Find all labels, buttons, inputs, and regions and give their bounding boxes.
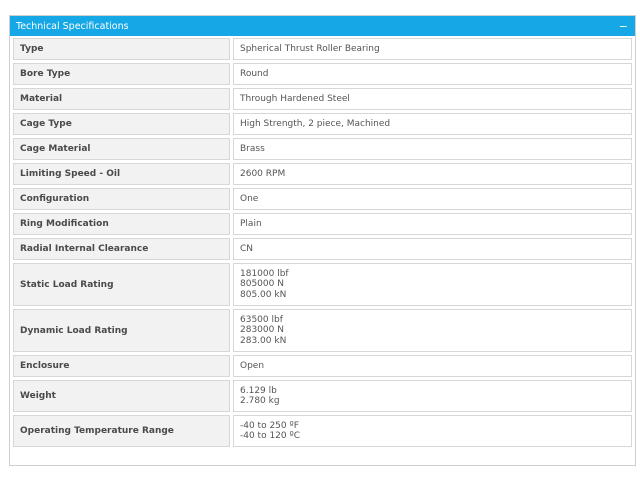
spec-value: Spherical Thrust Roller Bearing [233, 38, 632, 60]
spec-value: Round [233, 63, 632, 85]
spec-value-line: Open [240, 360, 265, 371]
spec-value: 6.129 lb 2.780 kg [233, 380, 632, 412]
table-row: Bore Type Round [13, 63, 632, 85]
table-row: Radial Internal Clearance CN [13, 238, 632, 260]
spec-value: Through Hardened Steel [233, 88, 632, 110]
table-row: Cage Material Brass [13, 138, 632, 160]
spec-label: Cage Material [13, 138, 230, 160]
table-row: Cage Type High Strength, 2 piece, Machine… [13, 113, 632, 135]
table-row: Limiting Speed - Oil 2600 RPM [13, 163, 632, 185]
spec-label: Operating Temperature Range [13, 415, 230, 447]
spec-label: Material [13, 88, 230, 110]
spec-value-line: One [240, 193, 259, 204]
spec-value-line: 805.00 kN [240, 289, 287, 300]
spec-value: 181000 lbf 805000 N 805.00 kN [233, 263, 632, 306]
spec-label: Ring Modification [13, 213, 230, 235]
spec-value-line: -40 to 250 ºF [240, 420, 299, 431]
spec-value: Open [233, 355, 632, 377]
spec-label: Configuration [13, 188, 230, 210]
spec-label: Radial Internal Clearance [13, 238, 230, 260]
panel-header[interactable]: Technical Specifications − [10, 16, 635, 36]
spec-value: CN [233, 238, 632, 260]
spec-label: Enclosure [13, 355, 230, 377]
spec-value: 2600 RPM [233, 163, 632, 185]
specs-table: Type Spherical Thrust Roller Bearing Bore … [10, 35, 635, 450]
table-row: Configuration One [13, 188, 632, 210]
spec-value-line: Spherical Thrust Roller Bearing [240, 43, 380, 54]
spec-value-line: 805000 N [240, 279, 284, 290]
spec-value-line: -40 to 120 ºC [240, 431, 301, 441]
spec-label: Weight [13, 380, 230, 412]
spec-value-line: 6.129 lb [240, 385, 277, 396]
spec-value: One [233, 188, 632, 210]
spec-value: Brass [233, 138, 632, 160]
spec-value-line: 181000 lbf [240, 268, 289, 279]
table-row: Material Through Hardened Steel [13, 88, 632, 110]
spec-label: Cage Type [13, 113, 230, 135]
spec-label: Dynamic Load Rating [13, 309, 230, 352]
spec-value: High Strength, 2 piece, Machined [233, 113, 632, 135]
table-row: Weight 6.129 lb 2.780 kg [13, 380, 632, 412]
spec-value: -40 to 250 ºF -40 to 120 ºC [233, 415, 632, 447]
technical-specifications-panel: Technical Specifications − Type Spherical… [9, 15, 636, 466]
table-row: Static Load Rating 181000 lbf 805000 N 805.… [13, 263, 632, 306]
table-row: Operating Temperature Range -40 to 250 ºF… [13, 415, 632, 447]
panel-title: Technical Specifications [16, 20, 129, 32]
spec-value-line: 2600 RPM [240, 168, 286, 179]
spec-value-line: 283.00 kN [240, 335, 287, 346]
spec-value-line: CN [240, 243, 254, 254]
spec-value-line: Round [240, 68, 269, 79]
table-row: Type Spherical Thrust Roller Bearing [13, 38, 632, 60]
spec-label: Static Load Rating [13, 263, 230, 306]
spec-value-line: High Strength, 2 piece, Machined [240, 118, 391, 129]
spec-label: Bore Type [13, 63, 230, 85]
spec-value: 63500 lbf 283000 N 283.00 kN [233, 309, 632, 352]
spec-value: Plain [233, 213, 632, 235]
table-row: Dynamic Load Rating 63500 lbf 283000 N 283.… [13, 309, 632, 352]
spec-value-line: Plain [240, 218, 262, 229]
collapse-icon[interactable]: − [619, 21, 628, 32]
spec-value-line: Brass [240, 143, 265, 154]
table-row: Enclosure Open [13, 355, 632, 377]
table-row: Ring Modification Plain [13, 213, 632, 235]
spec-value-line: 283000 N [240, 325, 284, 336]
spec-label: Limiting Speed - Oil [13, 163, 230, 185]
spec-value-line: Through Hardened Steel [240, 93, 350, 104]
spec-value-line: 2.780 kg [240, 396, 280, 406]
spec-value-line: 63500 lbf [240, 314, 283, 325]
spec-label: Type [13, 38, 230, 60]
